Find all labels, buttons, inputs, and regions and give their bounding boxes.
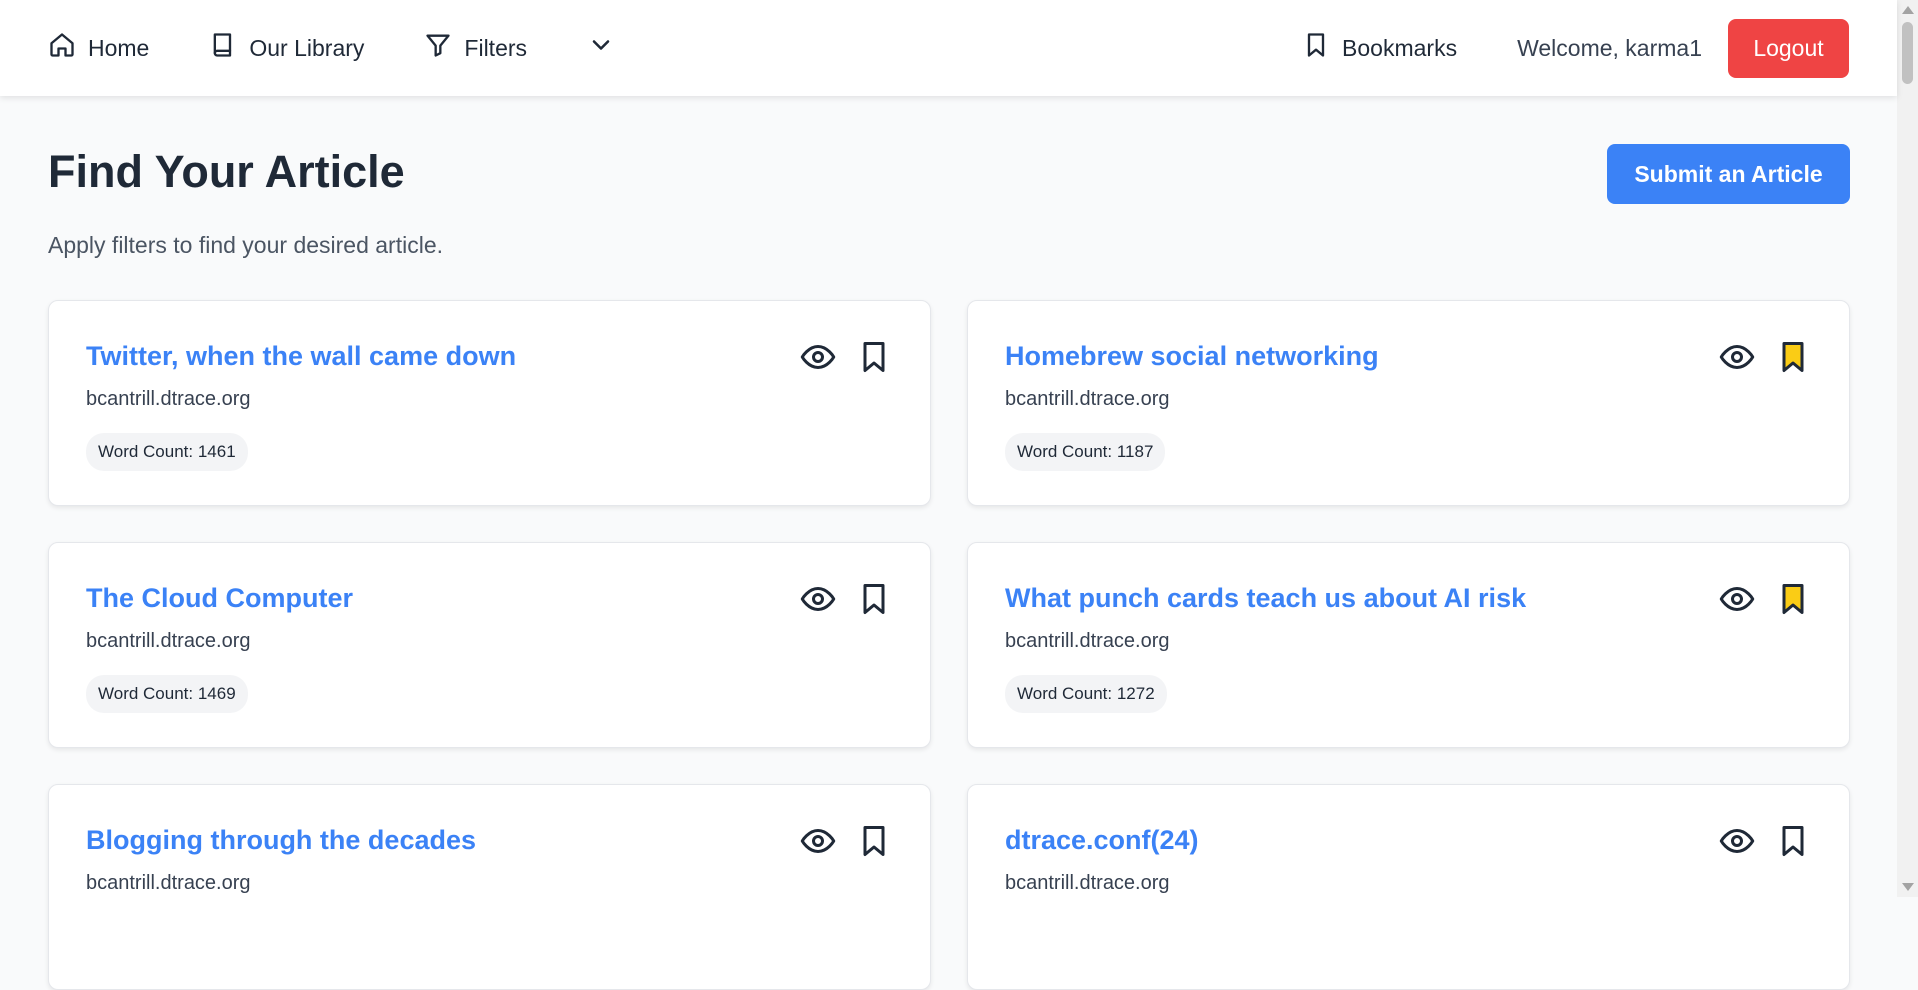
article-title-link[interactable]: Blogging through the decades bbox=[86, 825, 476, 856]
article-grid: Twitter, when the wall came down bcantri… bbox=[48, 300, 1850, 990]
article-card: The Cloud Computer bcantrill.dtrace.org … bbox=[48, 542, 931, 748]
welcome-text: Welcome, karma1 bbox=[1517, 34, 1702, 61]
nav-bookmarks-link[interactable]: Bookmarks bbox=[1302, 31, 1457, 65]
page-header: Find Your Article Submit an Article Appl… bbox=[48, 96, 1850, 258]
article-domain: bcantrill.dtrace.org bbox=[1005, 388, 1170, 410]
article-actions bbox=[1719, 581, 1811, 617]
nav-home-link[interactable]: Home bbox=[48, 31, 149, 65]
article-card: Blogging through the decades bcantrill.d… bbox=[48, 784, 931, 990]
filters-dropdown-toggle[interactable] bbox=[587, 31, 615, 65]
article-actions bbox=[800, 339, 892, 375]
nav-bookmarks-label: Bookmarks bbox=[1342, 34, 1458, 61]
scroll-down-arrow-icon[interactable] bbox=[1902, 883, 1914, 891]
bookmark-toggle-icon[interactable] bbox=[856, 823, 892, 859]
bookmark-icon bbox=[1302, 31, 1330, 65]
submit-article-button[interactable]: Submit an Article bbox=[1607, 144, 1850, 204]
article-title-link[interactable]: The Cloud Computer bbox=[86, 583, 353, 614]
page-title: Find Your Article bbox=[48, 146, 405, 197]
article-card: Twitter, when the wall came down bcantri… bbox=[48, 300, 931, 506]
nav-home-label: Home bbox=[88, 34, 150, 61]
word-count-badge: Word Count: 1187 bbox=[1005, 433, 1166, 471]
bookmark-toggle-icon[interactable] bbox=[856, 339, 892, 375]
main-content: Find Your Article Submit an Article Appl… bbox=[48, 96, 1850, 990]
article-actions bbox=[1719, 823, 1811, 859]
article-domain: bcantrill.dtrace.org bbox=[86, 872, 251, 894]
top-navbar: Home Our Library Filters Bookmarks Welco… bbox=[0, 0, 1897, 96]
article-card: What punch cards teach us about AI risk … bbox=[967, 542, 1850, 748]
book-icon bbox=[209, 31, 237, 65]
word-count-badge: Word Count: 1272 bbox=[1005, 675, 1167, 713]
article-domain: bcantrill.dtrace.org bbox=[86, 388, 251, 410]
view-eye-icon[interactable] bbox=[800, 581, 836, 617]
article-domain: bcantrill.dtrace.org bbox=[1005, 872, 1170, 894]
nav-filters-label: Filters bbox=[464, 34, 528, 61]
home-icon bbox=[48, 31, 76, 65]
nav-library-link[interactable]: Our Library bbox=[209, 31, 364, 65]
word-count-badge: Word Count: 1461 bbox=[86, 433, 248, 471]
view-eye-icon[interactable] bbox=[1719, 339, 1755, 375]
view-eye-icon[interactable] bbox=[800, 823, 836, 859]
vertical-scrollbar[interactable] bbox=[1897, 0, 1918, 897]
article-actions bbox=[800, 581, 892, 617]
nav-right-group: Bookmarks Welcome, karma1 Logout bbox=[1302, 18, 1849, 78]
nav-left-group: Home Our Library Filters bbox=[48, 31, 615, 65]
bookmark-toggle-icon[interactable] bbox=[1775, 339, 1811, 375]
article-domain: bcantrill.dtrace.org bbox=[1005, 630, 1170, 652]
article-title-link[interactable]: Twitter, when the wall came down bbox=[86, 341, 516, 372]
nav-library-label: Our Library bbox=[249, 34, 365, 61]
bookmark-toggle-icon[interactable] bbox=[1775, 581, 1811, 617]
view-eye-icon[interactable] bbox=[1719, 823, 1755, 859]
article-title-link[interactable]: What punch cards teach us about AI risk bbox=[1005, 583, 1526, 614]
logout-button[interactable]: Logout bbox=[1728, 18, 1849, 78]
word-count-badge: Word Count: 1469 bbox=[86, 675, 248, 713]
nav-filters-link[interactable]: Filters bbox=[424, 31, 527, 65]
article-card: dtrace.conf(24) bcantrill.dtrace.org bbox=[967, 784, 1850, 990]
page-subtitle: Apply filters to find your desired artic… bbox=[48, 232, 444, 258]
article-actions bbox=[800, 823, 892, 859]
bookmark-toggle-icon[interactable] bbox=[856, 581, 892, 617]
article-title-link[interactable]: Homebrew social networking bbox=[1005, 341, 1379, 372]
bookmark-toggle-icon[interactable] bbox=[1775, 823, 1811, 859]
scrollbar-thumb[interactable] bbox=[1902, 22, 1913, 84]
filter-icon bbox=[424, 31, 452, 65]
view-eye-icon[interactable] bbox=[800, 339, 836, 375]
chevron-down-icon bbox=[587, 31, 615, 65]
view-eye-icon[interactable] bbox=[1719, 581, 1755, 617]
scroll-up-arrow-icon[interactable] bbox=[1902, 6, 1914, 14]
article-card: Homebrew social networking bcantrill.dtr… bbox=[967, 300, 1850, 506]
article-domain: bcantrill.dtrace.org bbox=[86, 630, 251, 652]
article-actions bbox=[1719, 339, 1811, 375]
article-title-link[interactable]: dtrace.conf(24) bbox=[1005, 825, 1199, 856]
